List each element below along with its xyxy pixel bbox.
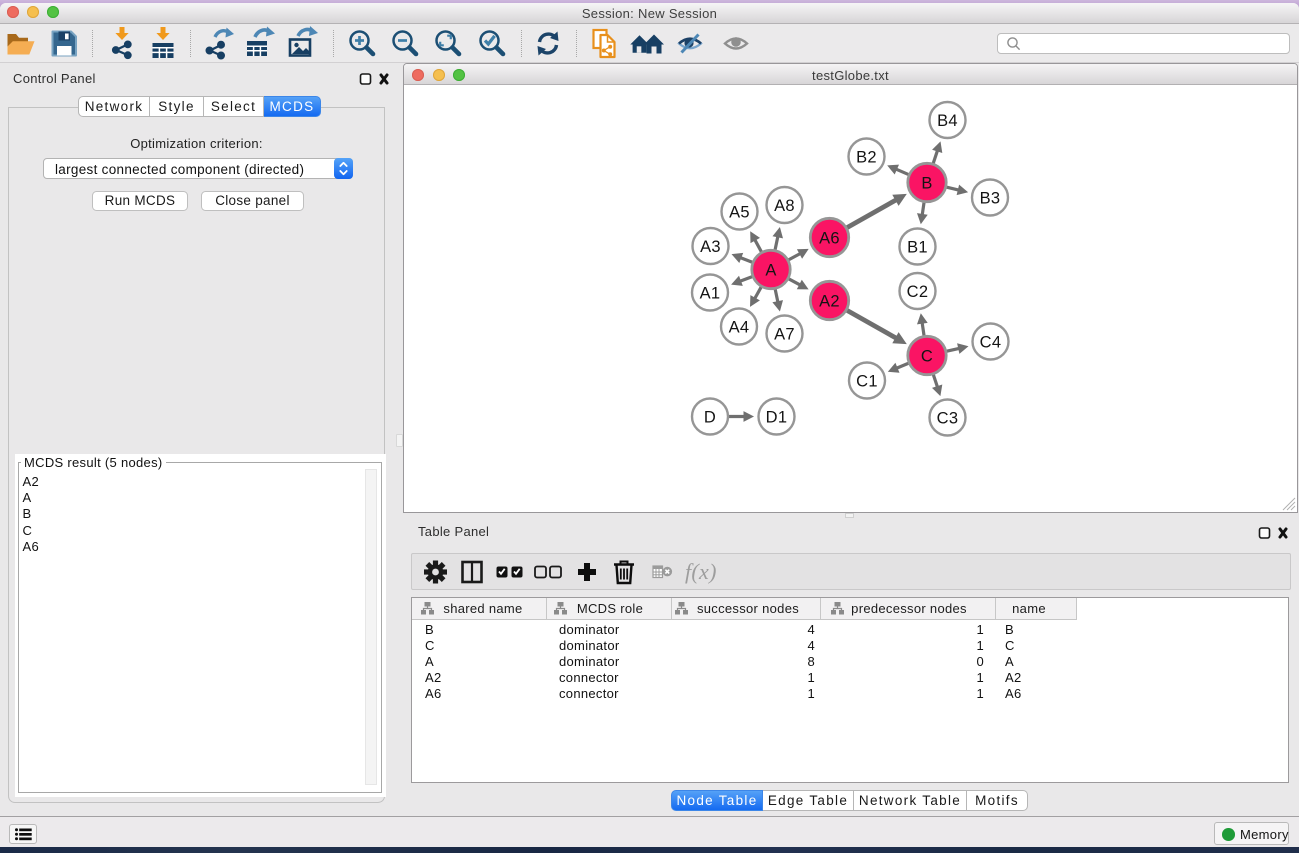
svg-text:A1: A1 [700,285,721,303]
svg-text:A2: A2 [819,293,840,311]
svg-text:B3: B3 [980,190,1001,208]
svg-text:A8: A8 [774,197,795,215]
svg-text:B1: B1 [907,239,928,257]
svg-text:B2: B2 [856,149,877,167]
svg-text:C3: C3 [937,410,959,428]
svg-text:D: D [704,409,716,427]
svg-text:B: B [921,175,932,193]
svg-text:C4: C4 [980,334,1002,352]
svg-text:A4: A4 [729,319,750,337]
svg-text:A3: A3 [700,238,721,256]
svg-text:C2: C2 [907,283,929,301]
svg-text:C: C [921,348,933,366]
svg-text:A5: A5 [729,204,750,222]
svg-text:f(x): f(x) [685,559,717,584]
svg-text:A6: A6 [819,230,840,248]
svg-text:D1: D1 [766,409,788,427]
svg-text:A: A [765,262,776,280]
svg-text:C1: C1 [856,373,878,391]
svg-text:B4: B4 [937,112,958,130]
svg-text:A7: A7 [774,326,795,344]
